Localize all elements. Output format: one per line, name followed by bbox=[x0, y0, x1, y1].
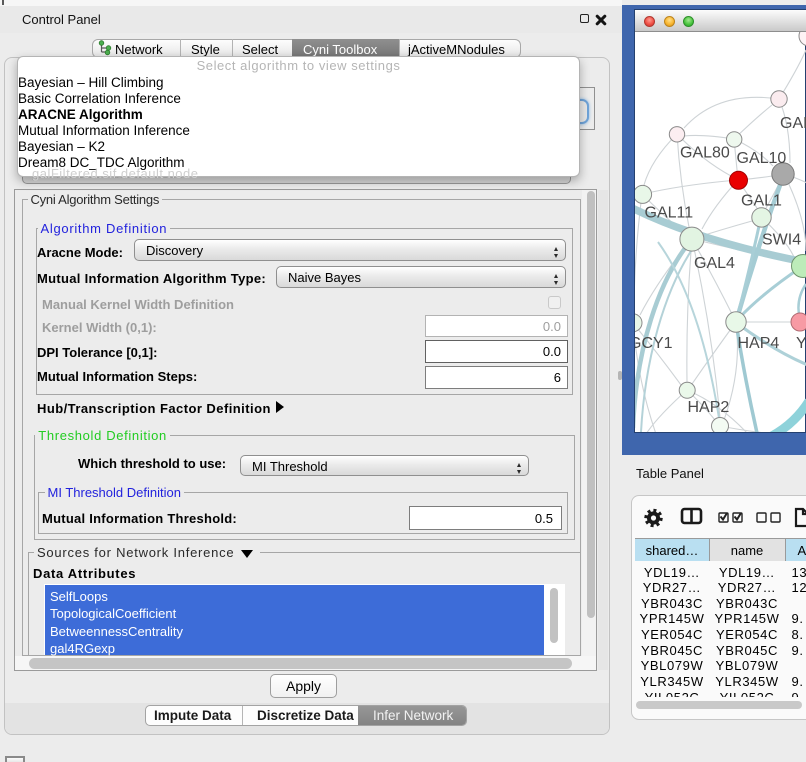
svg-text:HAP2: HAP2 bbox=[688, 399, 730, 416]
svg-text:HAP4: HAP4 bbox=[738, 335, 780, 352]
svg-text:GAL1: GAL1 bbox=[741, 193, 782, 210]
svg-text:YB: YB bbox=[796, 335, 806, 352]
svg-text:GAL80: GAL80 bbox=[680, 145, 730, 162]
svg-text:SWI4: SWI4 bbox=[762, 232, 801, 249]
svg-text:GCY1: GCY1 bbox=[635, 335, 673, 352]
svg-text:GAL4: GAL4 bbox=[694, 255, 735, 272]
svg-text:GAL10: GAL10 bbox=[737, 150, 787, 167]
svg-text:GAL11: GAL11 bbox=[645, 205, 694, 222]
svg-text:GAL7: GAL7 bbox=[780, 115, 806, 132]
